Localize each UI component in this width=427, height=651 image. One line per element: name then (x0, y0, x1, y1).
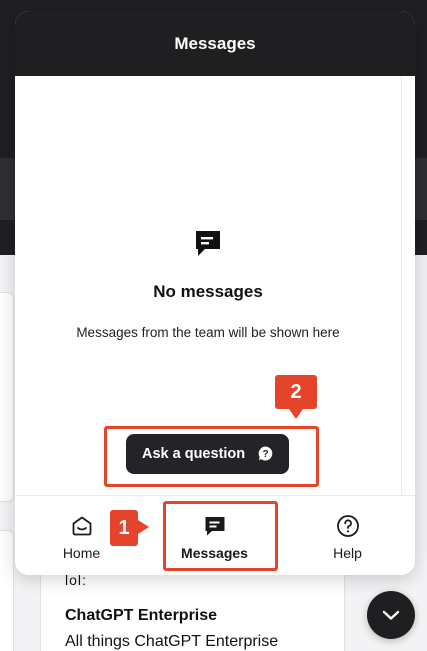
nav-help-label: Help (333, 545, 362, 561)
messenger-panel: Messages No messages Messages from the t… (15, 11, 415, 575)
collection-card-title[interactable]: ChatGPT Enterprise (65, 607, 217, 625)
collection-card-description: All things ChatGPT Enterprise (65, 633, 279, 650)
home-icon (72, 516, 91, 536)
annotation-badge-2-label: 2 (290, 380, 302, 403)
annotation-badge-2: 2 (275, 375, 317, 409)
empty-state-title: No messages (153, 282, 263, 301)
panel-header: Messages (15, 11, 415, 76)
nav-help[interactable]: Help (281, 496, 414, 575)
panel-title: Messages (174, 33, 256, 53)
annotation-badge-1-label: 1 (118, 516, 130, 539)
nav-home-label: Home (62, 545, 101, 561)
message-icon (196, 231, 220, 256)
chevron-down-icon (382, 610, 400, 620)
annotation-badge-2-pointer (289, 409, 303, 419)
highlight-ask-question (104, 426, 319, 487)
highlight-messages-tab (163, 501, 278, 571)
messenger-launcher-button[interactable] (367, 591, 415, 639)
background-card (0, 292, 14, 502)
empty-state-description: Messages from the team will be shown her… (76, 325, 340, 340)
background-card (0, 530, 14, 651)
annotation-badge-1-pointer (138, 520, 149, 534)
help-icon (336, 515, 359, 537)
annotation-badge-1: 1 (110, 510, 138, 546)
panel-scrollbar[interactable] (401, 76, 415, 506)
